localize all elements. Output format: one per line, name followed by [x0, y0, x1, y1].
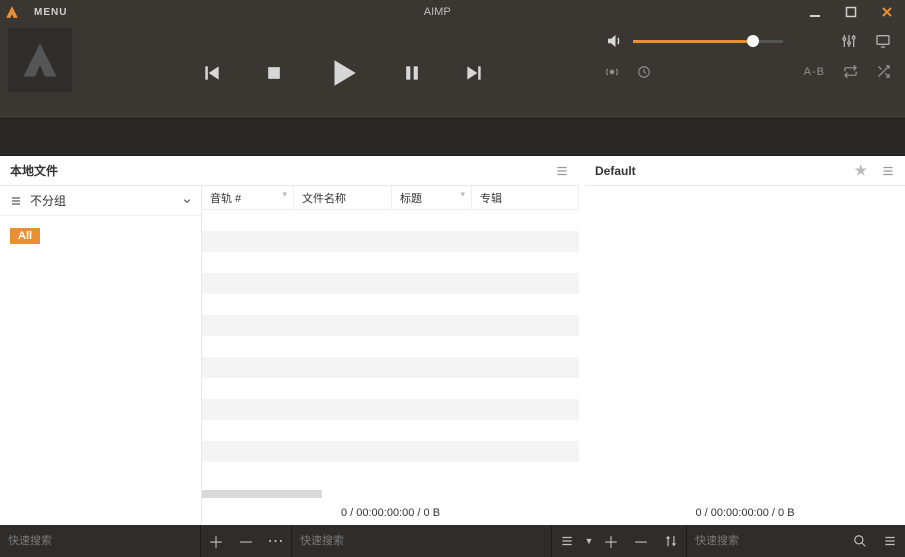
scheduler-icon[interactable] — [637, 65, 651, 79]
table-row — [202, 378, 579, 399]
minimize-button[interactable] — [797, 0, 833, 24]
library-status: 0 / 00:00:00:00 / 0 B — [202, 501, 579, 525]
equalizer-icon[interactable] — [841, 33, 857, 49]
sort-button[interactable] — [656, 525, 686, 557]
table-row — [202, 315, 579, 336]
column-title[interactable]: 标题▾ — [392, 186, 472, 209]
playlist-add-button[interactable]: ＋ — [596, 525, 626, 557]
table-row — [202, 231, 579, 252]
next-track-button[interactable] — [464, 63, 484, 83]
app-logo-small-icon — [0, 0, 24, 24]
playlist-search-input-left[interactable] — [292, 525, 551, 557]
internet-radio-icon[interactable] — [605, 65, 619, 79]
library-menu-icon[interactable] — [555, 164, 569, 178]
library-search-input[interactable] — [0, 525, 200, 557]
column-filename[interactable]: 文件名称 — [294, 186, 392, 209]
table-row — [202, 336, 579, 357]
playlist-tab[interactable]: Default — [595, 164, 636, 178]
grouping-dropdown-label: 不分组 — [30, 192, 66, 209]
horizontal-scrollbar[interactable] — [202, 487, 579, 501]
list-view-icon[interactable] — [552, 525, 582, 557]
table-header: 音轨 #▾ 文件名称 标题▾ 专辑 — [202, 186, 579, 210]
play-button[interactable] — [326, 56, 360, 90]
window-title: AIMP — [77, 6, 797, 18]
table-row — [202, 399, 579, 420]
repeat-icon[interactable] — [843, 64, 858, 79]
player-panel: A-B — [0, 24, 905, 118]
favorite-icon[interactable]: ★ — [854, 162, 867, 179]
album-art-placeholder — [8, 28, 72, 92]
grouping-dropdown[interactable]: 不分组 — [0, 186, 201, 216]
pause-button[interactable] — [402, 63, 422, 83]
filter-all-badge[interactable]: All — [10, 226, 191, 244]
library-tab[interactable]: 本地文件 — [10, 162, 58, 179]
volume-slider[interactable] — [633, 33, 783, 49]
table-row — [202, 357, 579, 378]
menu-button[interactable]: MENU — [24, 0, 77, 24]
table-row — [202, 273, 579, 294]
previous-track-button[interactable] — [202, 63, 222, 83]
table-row — [202, 210, 579, 231]
bottom-menu-icon[interactable] — [875, 525, 905, 557]
remove-button[interactable]: － — [231, 525, 261, 557]
table-body — [202, 210, 579, 487]
column-track-number[interactable]: 音轨 #▾ — [202, 186, 294, 209]
filter-icon[interactable]: ▾ — [460, 189, 465, 200]
table-row — [202, 252, 579, 273]
playlist-pane: Default ★ 0 / 00:00:00:00 / 0 B — [585, 156, 905, 525]
filter-icon[interactable]: ▾ — [282, 189, 287, 200]
more-button[interactable]: ⋯ — [261, 525, 291, 557]
maximize-button[interactable] — [833, 0, 869, 24]
playlist-body — [585, 186, 905, 501]
add-button[interactable]: ＋ — [201, 525, 231, 557]
title-bar: MENU AIMP — [0, 0, 905, 24]
playlist-menu-icon[interactable] — [881, 164, 895, 178]
volume-icon[interactable] — [605, 32, 623, 50]
table-row — [202, 420, 579, 441]
chevron-down-icon — [183, 197, 191, 205]
close-button[interactable] — [869, 0, 905, 24]
shuffle-icon[interactable] — [876, 64, 891, 79]
playlist-search-input-right[interactable] — [687, 525, 845, 557]
main-content: 本地文件 不分组 All 音轨 #▾ 文件 — [0, 156, 905, 525]
stop-button[interactable] — [264, 63, 284, 83]
table-row — [202, 294, 579, 315]
library-pane: 本地文件 不分组 All 音轨 #▾ 文件 — [0, 156, 585, 525]
table-row — [202, 441, 579, 462]
playlist-remove-button[interactable]: － — [626, 525, 656, 557]
playlist-status: 0 / 00:00:00:00 / 0 B — [585, 501, 905, 525]
search-icon[interactable] — [845, 525, 875, 557]
bottom-toolbar: ＋ － ⋯ ▼ ＋ － — [0, 525, 905, 557]
track-info-strip — [0, 118, 905, 156]
display-icon[interactable] — [875, 33, 891, 49]
column-album[interactable]: 专辑 — [472, 186, 579, 209]
view-dropdown-icon[interactable]: ▼ — [582, 525, 596, 557]
ab-repeat-button[interactable]: A-B — [804, 66, 825, 78]
